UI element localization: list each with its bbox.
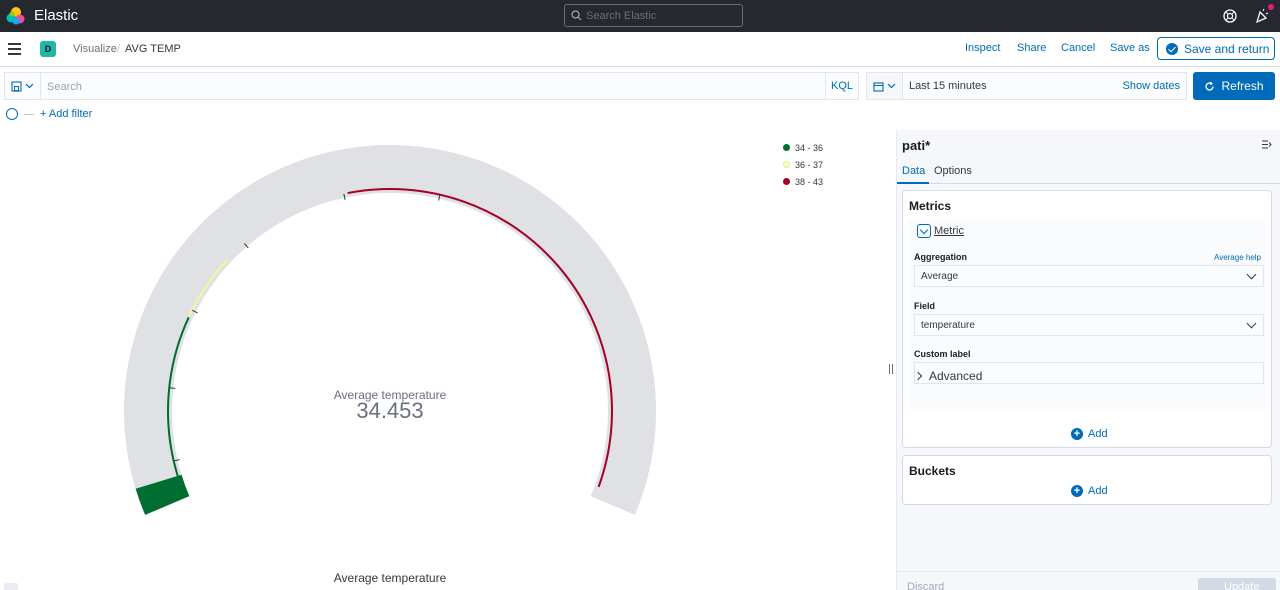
panel-resize-handle[interactable] xyxy=(889,364,893,374)
sidebar-footer: Discard Update xyxy=(897,571,1280,590)
global-search-input[interactable]: Search Elastic xyxy=(564,4,743,27)
field-label: Field xyxy=(914,301,936,311)
app-title: Elastic xyxy=(34,7,79,24)
chevron-down-icon xyxy=(887,83,896,89)
query-input[interactable]: Search xyxy=(47,81,82,93)
chevron-down-icon xyxy=(25,83,34,89)
field-select[interactable]: temperature xyxy=(914,314,1264,336)
gauge-chart xyxy=(124,145,657,515)
save-and-return-button[interactable]: Save and return xyxy=(1157,37,1275,60)
top-header: Elastic Search Elastic xyxy=(0,0,1280,32)
query-bar: Search KQL xyxy=(4,72,859,100)
legend-label: 34 - 36 xyxy=(795,142,824,153)
buckets-panel: Buckets + Add xyxy=(902,455,1272,505)
advanced-toggle[interactable]: Advanced xyxy=(913,369,983,383)
legend-label: 38 - 43 xyxy=(795,176,824,187)
plus-icon: + xyxy=(1071,428,1083,440)
metric-collapse-toggle[interactable] xyxy=(917,224,931,238)
tab-data[interactable]: Data xyxy=(902,165,925,177)
menu-icon[interactable] xyxy=(8,43,21,55)
save-and-return-label: Save and return xyxy=(1184,41,1270,56)
sidebar-tabs: Data Options xyxy=(897,162,1280,184)
add-label: Add xyxy=(1088,428,1108,440)
gauge-track xyxy=(124,145,657,515)
saved-query-button[interactable] xyxy=(5,73,41,99)
elastic-logo-icon[interactable] xyxy=(6,6,26,26)
show-dates-link[interactable]: Show dates xyxy=(1123,80,1180,92)
metrics-panel: Metrics Metric Aggregation Average help … xyxy=(902,190,1272,448)
tab-options[interactable]: Options xyxy=(934,165,972,177)
refresh-button[interactable]: Refresh xyxy=(1193,72,1275,100)
add-metric-button[interactable]: + Add xyxy=(1071,428,1108,440)
breadcrumb-current: AVG TEMP xyxy=(125,43,181,55)
add-bucket-button[interactable]: + Add xyxy=(1071,485,1108,497)
chevron-right-icon xyxy=(913,371,923,381)
date-picker: Last 15 minutes Show dates xyxy=(866,72,1187,100)
kql-toggle[interactable]: KQL xyxy=(825,73,858,99)
buckets-title: Buckets xyxy=(909,464,956,478)
inspect-link[interactable]: Inspect xyxy=(965,42,1000,54)
gauge-legend: 34 - 36 36 - 37 38 - 43 xyxy=(783,139,823,190)
add-filter-link[interactable]: + Add filter xyxy=(40,108,92,120)
visualization-title: Average temperature xyxy=(333,571,447,585)
editor-sidebar: pati* Data Options Metrics Metric Aggreg… xyxy=(896,130,1280,590)
cancel-link[interactable]: Cancel xyxy=(1061,42,1095,54)
gauge-tick xyxy=(169,387,176,389)
chevron-down-icon xyxy=(1246,318,1257,329)
index-pattern-title: pati* xyxy=(902,138,931,153)
update-button[interactable]: Update xyxy=(1198,578,1276,590)
legend-item[interactable]: 36 - 37 xyxy=(783,156,823,173)
search-icon xyxy=(571,10,582,21)
legend-item[interactable]: 38 - 43 xyxy=(783,173,823,190)
aggregation-value: Average xyxy=(921,271,959,282)
legend-dot xyxy=(783,161,790,168)
advanced-label: Advanced xyxy=(929,369,983,383)
legend-item[interactable]: 34 - 36 xyxy=(783,139,823,156)
field-value: temperature xyxy=(921,320,975,331)
legend-toggle-button[interactable] xyxy=(4,583,18,590)
date-range-text[interactable]: Last 15 minutes xyxy=(909,80,987,92)
notification-dot xyxy=(1268,4,1274,10)
calendar-icon xyxy=(873,81,884,92)
plus-icon: + xyxy=(1071,485,1083,497)
nav-bar: D Visualize / AVG TEMP Inspect Share Can… xyxy=(0,32,1280,67)
add-label: Add xyxy=(1088,485,1108,497)
check-icon xyxy=(1166,42,1178,55)
search-placeholder: Search Elastic xyxy=(586,9,657,22)
space-avatar[interactable]: D xyxy=(40,41,56,57)
legend-dot xyxy=(783,178,790,185)
refresh-icon xyxy=(1205,81,1215,91)
share-link[interactable]: Share xyxy=(1017,42,1046,54)
divider xyxy=(24,113,34,115)
breadcrumb-visualize[interactable]: Visualize xyxy=(73,43,117,55)
quick-select-button[interactable] xyxy=(867,73,903,99)
legend-dot xyxy=(783,144,790,151)
breadcrumb-separator: / xyxy=(117,43,121,55)
metrics-title: Metrics xyxy=(909,199,952,213)
newsfeed-icon[interactable] xyxy=(1254,8,1270,24)
help-icon[interactable] xyxy=(1222,8,1238,24)
chevron-down-icon xyxy=(1246,269,1257,280)
aggregation-label: Aggregation xyxy=(914,252,967,262)
active-tab-indicator xyxy=(897,182,929,184)
refresh-label: Refresh xyxy=(1221,79,1264,93)
metric-name[interactable]: Metric xyxy=(934,225,964,237)
discard-button[interactable]: Discard xyxy=(907,581,944,590)
save-icon xyxy=(11,80,22,92)
filter-options-icon[interactable] xyxy=(6,108,18,120)
custom-label-label: Custom label xyxy=(914,349,971,359)
legend-label: 36 - 37 xyxy=(795,159,824,170)
aggregation-help-link[interactable]: Average help xyxy=(1214,253,1261,262)
filter-bar: + Add filter xyxy=(6,107,92,121)
save-as-link[interactable]: Save as xyxy=(1110,42,1150,54)
aggregation-select[interactable]: Average xyxy=(914,265,1264,287)
collapse-sidebar-icon[interactable] xyxy=(1262,140,1272,149)
gauge-value: 34.453 xyxy=(356,398,424,423)
